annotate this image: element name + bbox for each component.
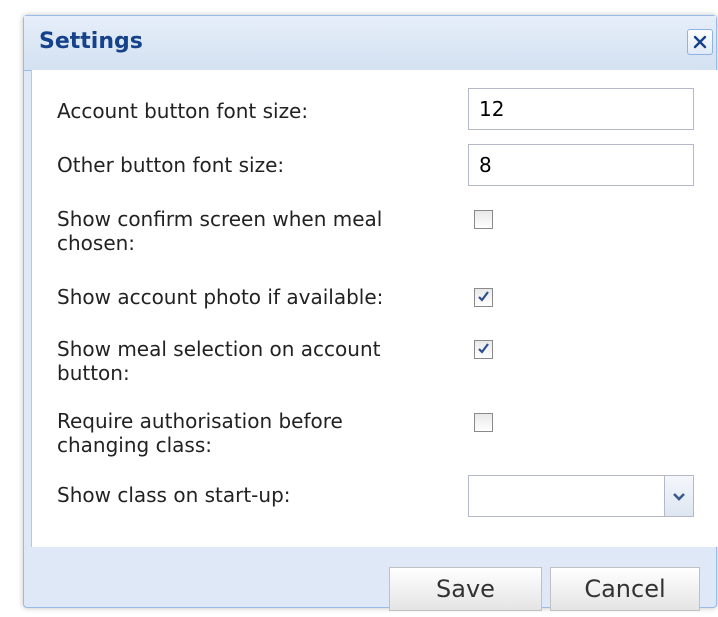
account-photo-checkbox[interactable]	[474, 288, 493, 307]
require-auth-checkbox[interactable]	[474, 413, 493, 432]
meal-selection-checkbox[interactable]	[474, 340, 493, 359]
other-font-size-input[interactable]: 8	[468, 144, 694, 186]
checkmark-icon	[477, 288, 490, 307]
class-startup-label: Show class on start-up:	[57, 483, 291, 507]
require-auth-label: Require authorisation before changing cl…	[57, 409, 343, 457]
meal-selection-label: Show meal selection on account button:	[57, 337, 381, 385]
dialog-header: Settings	[24, 16, 716, 71]
account-font-size-label: Account button font size:	[57, 99, 309, 123]
save-button[interactable]: Save	[389, 567, 542, 611]
dialog-body: Account button font size: 12 Other butto…	[31, 70, 718, 547]
close-button[interactable]	[687, 29, 713, 55]
chevron-down-icon	[672, 487, 686, 506]
class-startup-combo[interactable]	[468, 475, 694, 517]
account-photo-label: Show account photo if available:	[57, 285, 384, 309]
checkmark-icon	[477, 340, 490, 359]
dialog-title: Settings	[39, 29, 143, 54]
confirm-meal-label: Show confirm screen when meal chosen:	[57, 207, 383, 255]
other-font-size-label: Other button font size:	[57, 153, 285, 177]
confirm-meal-checkbox[interactable]	[474, 210, 493, 229]
account-font-size-input[interactable]: 12	[468, 88, 694, 130]
combo-trigger[interactable]	[664, 476, 693, 516]
close-icon	[693, 35, 707, 49]
cancel-button[interactable]: Cancel	[550, 567, 700, 611]
